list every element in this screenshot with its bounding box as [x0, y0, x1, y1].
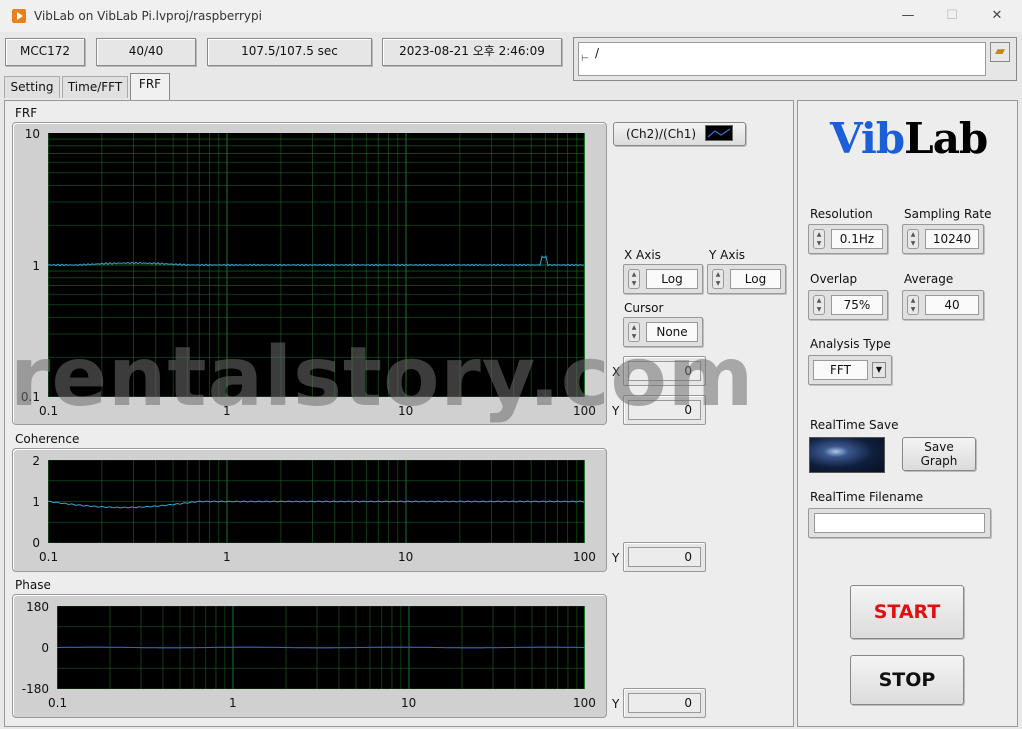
phase-graph-label: Phase [15, 578, 51, 592]
frf-graph-label: FRF [15, 106, 38, 120]
frf-x-tick: 10 [398, 404, 414, 418]
frf-x-tick: 1 [223, 404, 231, 418]
x-readout: 0 [628, 361, 701, 381]
cursor-select[interactable]: None [646, 322, 698, 342]
frf-legend-label: (Ch2)/(Ch1) [626, 127, 697, 141]
frf-plot-svg [47, 133, 586, 398]
cursor-spinner[interactable]: ▲ ▼ [628, 322, 640, 342]
cursor-label: Cursor [624, 301, 664, 315]
phase-y-tick: -180 [21, 682, 49, 696]
path-input[interactable]: / [578, 42, 986, 76]
tab-frf[interactable]: FRF [130, 73, 170, 101]
coherence-y-tick: 1 [32, 495, 40, 509]
device-indicator: MCC172 [5, 38, 85, 66]
window-title: VibLab on VibLab Pi.lvproj/raspberrypi [34, 9, 262, 23]
coherence-x-tick: 0.1 [39, 550, 59, 564]
logo-vib: Vib [830, 114, 905, 163]
minimize-button[interactable]: — [894, 5, 922, 27]
frf-x-tick: 0.1 [39, 404, 59, 418]
sampling-rate-select[interactable]: 10240 [925, 229, 979, 249]
phase-plot-area[interactable] [56, 605, 586, 690]
frf-y-readout: 0 [628, 400, 701, 420]
phase-y-readout-label: Y [612, 697, 620, 711]
overlap-select[interactable]: 75% [831, 295, 883, 315]
legend-plot-swatch-icon [705, 125, 733, 141]
phase-y-readout: 0 [628, 693, 701, 713]
coherence-y-tick: 2 [32, 454, 40, 468]
average-label: Average [904, 272, 954, 286]
coherence-x-tick: 1 [223, 550, 231, 564]
resolution-spinner[interactable]: ▲ ▼ [813, 229, 825, 249]
frf-x-tick: 100 [573, 404, 596, 418]
phase-x-tick: 10 [401, 696, 417, 710]
realtime-save-led[interactable] [809, 437, 885, 473]
average-spinner[interactable]: ▲ ▼ [907, 295, 919, 315]
sampling-rate-spinner[interactable]: ▲ ▼ [907, 229, 919, 249]
overlap-spinner[interactable]: ▲ ▼ [813, 295, 825, 315]
time-indicator: 107.5/107.5 sec [207, 38, 372, 66]
frf-y-tick: 0.1 [20, 390, 40, 404]
coherence-x-tick: 10 [398, 550, 414, 564]
frf-trace [47, 255, 584, 267]
y-axis-spinner[interactable]: ▲ ▼ [712, 269, 724, 289]
frf-plot-area[interactable] [47, 133, 586, 398]
datetime-indicator: 2023-08-21 오후 2:46:09 [382, 38, 562, 66]
x-axis-select[interactable]: Log [646, 269, 698, 289]
sampling-rate-label: Sampling Rate [904, 207, 992, 221]
folder-icon: ▰ [995, 44, 1005, 59]
coherence-plot-area[interactable] [47, 459, 586, 544]
coherence-y-readout: 0 [628, 547, 701, 567]
y-axis-label: Y Axis [709, 248, 746, 262]
logo-lab: Lab [904, 114, 988, 163]
viblab-logo: VibLab [830, 114, 988, 163]
frf-y-tick: 10 [24, 127, 40, 141]
phase-plot-svg [56, 605, 586, 690]
maximize-button[interactable]: ☐ [938, 5, 966, 27]
realtime-filename-input[interactable] [814, 513, 985, 533]
phase-y-tick: 180 [26, 600, 49, 614]
start-button-label: START [873, 601, 941, 623]
tab-setting[interactable]: Setting [4, 76, 60, 98]
stop-button[interactable]: STOP [850, 655, 964, 705]
realtime-save-label: RealTime Save [810, 418, 899, 432]
average-input[interactable]: 40 [925, 295, 979, 315]
start-button[interactable]: START [850, 585, 964, 639]
count-indicator: 40/40 [96, 38, 196, 66]
phase-x-tick: 100 [573, 696, 596, 710]
close-button[interactable]: ✕ [983, 5, 1011, 27]
y-axis-select[interactable]: Log [730, 269, 781, 289]
tab-time-fft[interactable]: Time/FFT [62, 76, 128, 98]
browse-folder-button[interactable]: ▰ [990, 42, 1010, 62]
coherence-plot-svg [47, 459, 586, 544]
realtime-filename-label: RealTime Filename [810, 490, 924, 504]
x-axis-label: X Axis [624, 248, 661, 262]
frf-y-tick: 1 [32, 259, 40, 273]
analysis-type-select[interactable]: FFT [813, 360, 868, 380]
x-readout-label: X [612, 365, 621, 379]
save-graph-button[interactable]: Save Graph [902, 437, 976, 471]
phase-x-tick: 0.1 [48, 696, 68, 710]
coherence-y-tick: 0 [32, 536, 40, 550]
coherence-graph-label: Coherence [15, 432, 80, 446]
frf-y-readout-label: Y [612, 404, 620, 418]
app-icon [12, 9, 26, 23]
resolution-label: Resolution [810, 207, 873, 221]
resolution-select[interactable]: 0.1Hz [831, 229, 883, 249]
coherence-y-readout-label: Y [612, 551, 620, 565]
analysis-type-label: Analysis Type [810, 337, 891, 351]
phase-y-tick: 0 [41, 641, 49, 655]
x-axis-spinner[interactable]: ▲ ▼ [628, 269, 640, 289]
coherence-trace [47, 500, 585, 509]
overlap-label: Overlap [810, 272, 858, 286]
dropdown-arrow-icon[interactable]: ▼ [872, 362, 886, 378]
phase-x-tick: 1 [229, 696, 237, 710]
coherence-x-tick: 100 [573, 550, 596, 564]
path-tree-icon: ⊢ [581, 54, 589, 64]
